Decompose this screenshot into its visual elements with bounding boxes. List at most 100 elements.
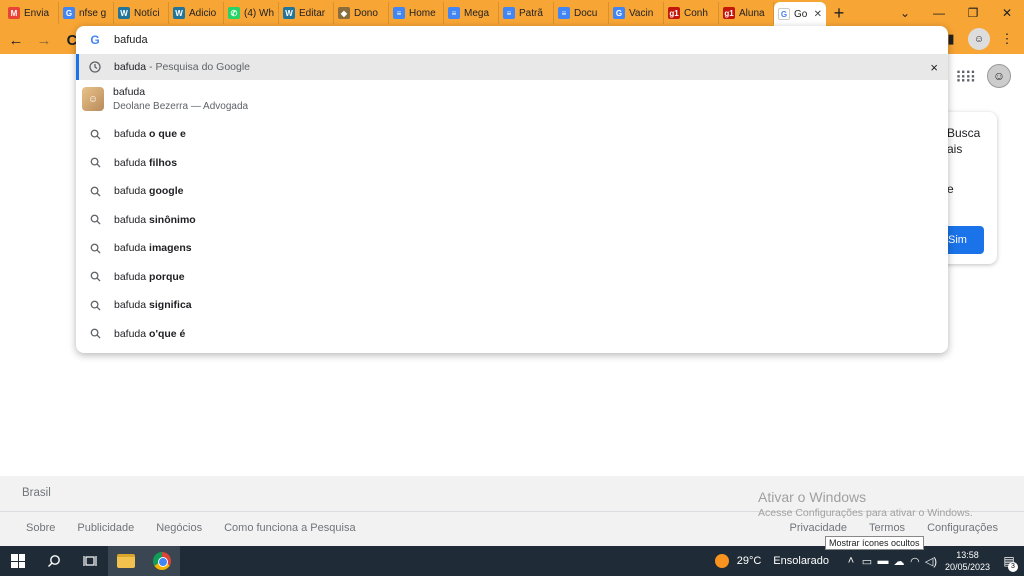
- footer-link[interactable]: Publicidade: [77, 522, 134, 534]
- clock[interactable]: 13:58 20/05/2023: [945, 549, 990, 573]
- suggestion-entity[interactable]: ☺ bafuda Deolane Bezerra — Advogada: [76, 82, 948, 116]
- tab-label: Editar: [299, 7, 326, 19]
- suggestion-row[interactable]: bafuda o'que é: [76, 320, 948, 348]
- footer-country: Brasil: [22, 487, 51, 499]
- task-view-icon[interactable]: [72, 546, 108, 576]
- tab-label: Adicio: [189, 7, 217, 19]
- google-icon: G: [90, 33, 100, 47]
- account-avatar[interactable]: ☺: [987, 64, 1011, 88]
- suggestion-row[interactable]: bafuda significa: [76, 291, 948, 319]
- search-icon: [88, 127, 102, 141]
- start-button[interactable]: [0, 546, 36, 576]
- onedrive-icon[interactable]: ☁: [891, 555, 907, 568]
- weather-description[interactable]: Ensolarado: [773, 555, 829, 567]
- footer-link[interactable]: Como funciona a Pesquisa: [224, 522, 355, 534]
- tab-label: Patrã: [519, 7, 543, 19]
- tab-label: nfse g: [79, 7, 107, 19]
- minimize-button[interactable]: —: [922, 0, 956, 26]
- wordpress-icon: W: [283, 7, 295, 19]
- footer-link[interactable]: Sobre: [26, 522, 55, 534]
- tab-4[interactable]: ✆ (4) Wh: [224, 2, 279, 24]
- google-apps-icon[interactable]: ⠿⠿: [955, 68, 976, 88]
- docs-icon: ≡: [393, 7, 405, 19]
- search-icon: [88, 184, 102, 198]
- back-button[interactable]: ←: [4, 32, 28, 49]
- close-window-button[interactable]: ✕: [990, 0, 1024, 26]
- tab-label: Mega: [464, 7, 490, 19]
- remove-suggestion-button[interactable]: ×: [930, 60, 938, 75]
- profile-avatar-icon[interactable]: ☺: [968, 28, 990, 50]
- tab-label: Aluna: [739, 7, 765, 19]
- search-icon: [88, 327, 102, 341]
- docs-icon: ≡: [558, 7, 570, 19]
- tab-0[interactable]: M Envia: [4, 2, 59, 24]
- suggestion-text: bafuda google: [114, 185, 184, 197]
- toolbar-right: ▮ ☺ ⋮: [940, 28, 1018, 50]
- tab-5[interactable]: W Editar: [279, 2, 334, 24]
- wordpress-icon: W: [118, 7, 130, 19]
- suggestion-text: bafuda filhos: [114, 156, 178, 169]
- menu-icon[interactable]: ⋮: [996, 28, 1018, 50]
- docs-icon: ≡: [448, 7, 460, 19]
- suggestion-row[interactable]: bafuda imagens: [76, 234, 948, 262]
- watermark-title: Ativar o Windows: [758, 489, 867, 505]
- tab-active[interactable]: G Go ✕: [774, 2, 826, 26]
- google-icon: G: [613, 7, 625, 19]
- suggestion-row[interactable]: bafuda sinônimo: [76, 206, 948, 234]
- tab-10[interactable]: ≡ Docu: [554, 2, 609, 24]
- suggestion-row[interactable]: bafuda o que e: [76, 120, 948, 148]
- omnibox-input[interactable]: bafuda: [114, 34, 148, 46]
- tab-label: Docu: [574, 7, 598, 19]
- tab-3[interactable]: W Adicio: [169, 2, 224, 24]
- tab-label: Go: [794, 8, 808, 20]
- suggestion-row[interactable]: bafuda google: [76, 177, 948, 205]
- tab-1[interactable]: Gnfse g: [59, 2, 114, 24]
- tab-label: Home: [409, 7, 436, 19]
- suggestion-text: bafuda - Pesquisa do Google: [114, 61, 251, 73]
- omnibox[interactable]: G bafuda: [76, 26, 948, 54]
- search-icon[interactable]: [36, 546, 72, 576]
- volume-icon[interactable]: ◁): [923, 555, 939, 568]
- weather-temp[interactable]: 29°C: [737, 555, 762, 567]
- google-icon: G: [63, 7, 75, 19]
- notification-badge: 3: [1008, 562, 1018, 572]
- search-icon: [88, 241, 102, 255]
- new-tab-button[interactable]: +: [826, 2, 852, 24]
- footer-links-left: Sobre Publicidade Negócios Como funciona a …: [26, 522, 356, 534]
- close-tab-icon[interactable]: ✕: [814, 9, 822, 20]
- tab-search-icon[interactable]: ⌄: [888, 0, 922, 26]
- tab-9[interactable]: ≡ Patrã: [499, 2, 554, 24]
- suggestion-row[interactable]: bafuda filhos: [76, 149, 948, 177]
- tab-7[interactable]: ≡ Home: [389, 2, 444, 24]
- restore-button[interactable]: ❐: [956, 0, 990, 26]
- suggestion-history[interactable]: bafuda - Pesquisa do Google ×: [76, 54, 948, 80]
- google-icon: G: [778, 8, 790, 20]
- notifications-icon[interactable]: ▤ 3: [998, 554, 1020, 572]
- show-hidden-icons-icon[interactable]: ˄: [843, 555, 859, 567]
- suggestion-text: bafuda o'que é: [114, 327, 186, 340]
- tab-11[interactable]: G Vacin: [609, 2, 664, 24]
- promo-text: e: [947, 182, 954, 196]
- forward-button[interactable]: →: [32, 32, 56, 49]
- battery-icon[interactable]: ▬: [875, 555, 891, 567]
- meet-now-icon[interactable]: ▭: [859, 555, 875, 568]
- footer-link[interactable]: Negócios: [156, 522, 202, 534]
- tab-8[interactable]: ≡ Mega: [444, 2, 499, 24]
- tab-13[interactable]: g1 Aluna: [719, 2, 774, 24]
- search-icon: [88, 270, 102, 284]
- tab-list: M Envia Gnfse g W Notíci W Adicio ✆ (4) Wh W Edita…: [0, 0, 852, 26]
- tab-2[interactable]: W Notíci: [114, 2, 169, 24]
- tab-12[interactable]: g1 Conh: [664, 2, 719, 24]
- weather-icon[interactable]: [714, 554, 729, 568]
- file-explorer-icon[interactable]: [108, 546, 144, 576]
- history-icon: [88, 60, 102, 74]
- chrome-icon[interactable]: [144, 546, 180, 576]
- tab-strip: M Envia Gnfse g W Notíci W Adicio ✆ (4) Wh W Edita…: [0, 0, 1024, 26]
- wifi-icon[interactable]: ◠: [907, 555, 923, 568]
- tab-6[interactable]: ◆ Dono: [334, 2, 389, 24]
- footer-link[interactable]: Termos: [869, 522, 905, 534]
- footer-link[interactable]: Privacidade: [790, 522, 847, 534]
- footer-link[interactable]: Configurações: [927, 522, 998, 534]
- suggestion-row[interactable]: bafuda porque: [76, 263, 948, 291]
- tab-label: Conh: [684, 7, 708, 19]
